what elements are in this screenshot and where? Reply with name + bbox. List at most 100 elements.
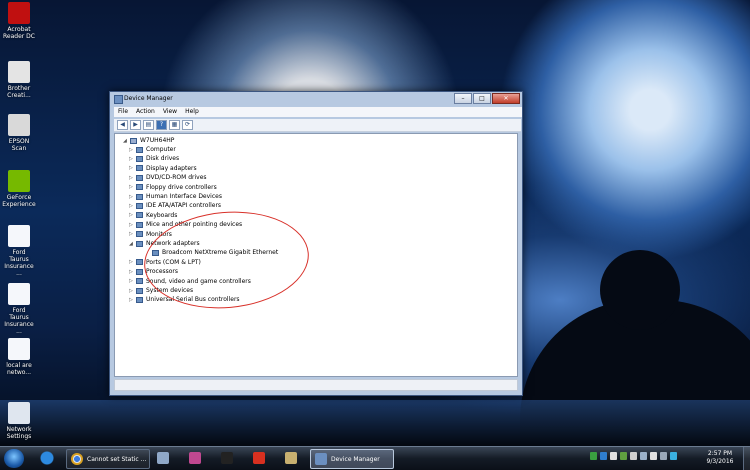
- system-device-icon: [136, 287, 143, 294]
- desktop-shortcut[interactable]: Ford Taurus Insurance ...: [2, 225, 36, 277]
- security-app-icon[interactable]: [248, 449, 270, 467]
- tray-icon[interactable]: [590, 452, 597, 460]
- paint-icon[interactable]: [184, 449, 206, 467]
- command-prompt-icon[interactable]: [216, 449, 238, 467]
- help-icon[interactable]: ?: [156, 120, 167, 130]
- expander-icon[interactable]: ▷: [129, 175, 134, 181]
- show-desktop-button[interactable]: [743, 447, 750, 470]
- clock[interactable]: 2:57 PM 9/3/2016: [700, 450, 740, 466]
- tray-icon[interactable]: [640, 452, 647, 460]
- tree-item-label: Keyboards: [146, 211, 178, 219]
- tree-root-label: W7UH64HP: [140, 137, 175, 144]
- expander-icon[interactable]: ▷: [129, 231, 134, 237]
- forward-arrow-icon[interactable]: ▶: [130, 120, 141, 130]
- dvd-drive-icon: [136, 174, 143, 181]
- device-manager-taskbar-label: Device Manager: [331, 455, 380, 463]
- tree-category[interactable]: ▷ Floppy drive controllers: [129, 183, 217, 192]
- expander-icon[interactable]: ▷: [129, 156, 134, 162]
- tree-category[interactable]: ▷ DVD/CD-ROM drives: [129, 173, 207, 182]
- launcher-icon-glyph: [157, 452, 169, 464]
- desktop-shortcut[interactable]: Brother Creati...: [2, 61, 36, 99]
- tray-icon[interactable]: [660, 452, 667, 460]
- desktop-shortcut-label: EPSON Scan: [8, 138, 30, 152]
- collapse-icon[interactable]: ◢: [123, 138, 128, 144]
- menu-help[interactable]: Help: [185, 107, 199, 117]
- desktop-shortcut-label: Acrobat Reader DC: [3, 26, 35, 40]
- expander-icon[interactable]: ▷: [129, 288, 134, 294]
- tree-root[interactable]: ◢ W7UH64HP: [123, 136, 174, 145]
- launcher-icon[interactable]: [152, 449, 174, 467]
- floppy-controller-icon: [136, 184, 143, 191]
- tree-category[interactable]: ▷ IDE ATA/ATAPI controllers: [129, 201, 221, 210]
- close-button[interactable]: ✕: [492, 93, 520, 104]
- status-bar: [114, 379, 518, 391]
- menu-view[interactable]: View: [163, 107, 177, 117]
- desktop-shortcut-label: Ford Taurus Insurance ...: [4, 307, 34, 335]
- expander-icon[interactable]: ▷: [129, 297, 134, 303]
- chrome-taskbar-button[interactable]: Cannot set Static ...: [66, 449, 150, 469]
- expander-icon[interactable]: ▷: [129, 222, 134, 228]
- tray-icon[interactable]: [630, 452, 637, 460]
- expander-icon[interactable]: ▷: [129, 194, 134, 200]
- document-icon: [8, 225, 30, 247]
- wallpaper-ground: [0, 400, 750, 446]
- mouse-icon: [136, 221, 143, 228]
- tray-icon[interactable]: [620, 452, 627, 460]
- device-tree-view-icon[interactable]: ▤: [143, 120, 154, 130]
- window-title: Device Manager: [124, 95, 173, 102]
- device-manager-icon: [315, 453, 327, 465]
- chrome-icon: [71, 453, 83, 465]
- desktop-shortcut[interactable]: Ford Taurus Insurance ...: [2, 283, 36, 335]
- device-manager-taskbar-button[interactable]: Device Manager: [310, 449, 394, 469]
- expander-icon[interactable]: ▷: [129, 259, 134, 265]
- taskbar: Cannot set Static ... Device Manager 2:5…: [0, 446, 750, 470]
- keyboard-icon: [136, 212, 143, 219]
- scanner-task-icon-glyph: [285, 452, 297, 464]
- tree-item-label: Disk drives: [146, 155, 180, 163]
- menu-file[interactable]: File: [118, 107, 128, 117]
- menu-action[interactable]: Action: [136, 107, 155, 117]
- expander-icon[interactable]: ▷: [129, 212, 134, 218]
- internet-explorer-icon[interactable]: [36, 449, 58, 467]
- tree-category[interactable]: ▷ Computer: [129, 145, 176, 154]
- menu-bar: File Action View Help: [114, 107, 522, 117]
- desktop-shortcut[interactable]: GeForce Experience: [2, 170, 36, 208]
- toolbar: ◀ ▶ ▤? ▦ ⟳: [114, 119, 521, 132]
- tray-icon[interactable]: [610, 452, 617, 460]
- desktop-shortcut[interactable]: Acrobat Reader DC: [2, 2, 36, 40]
- display-adapter-icon: [136, 165, 143, 172]
- sound-icon: [136, 278, 143, 285]
- desktop-shortcut[interactable]: Network Settings: [2, 402, 36, 440]
- desktop-shortcut[interactable]: local are netwo...: [2, 338, 36, 376]
- tray-icon[interactable]: [670, 452, 677, 460]
- expander-icon[interactable]: ▷: [129, 165, 134, 171]
- desktop-shortcut[interactable]: EPSON Scan: [2, 114, 36, 152]
- tree-category[interactable]: ▷ Keyboards: [129, 211, 177, 220]
- clock-time: 2:57 PM: [707, 450, 733, 457]
- title-bar[interactable]: Device Manager – □ ✕: [110, 92, 522, 105]
- tree-category[interactable]: ▷ Disk drives: [129, 154, 179, 163]
- wallpaper-tree: [600, 250, 680, 330]
- expander-icon[interactable]: ▷: [129, 203, 134, 209]
- tree-item-label: Human Interface Devices: [146, 193, 222, 200]
- tree-item-label: DVD/CD-ROM drives: [146, 174, 207, 182]
- scanner-icon: [8, 114, 30, 136]
- expander-icon[interactable]: ▷: [129, 147, 134, 153]
- desktop-shortcut-label: Network Settings: [6, 426, 32, 440]
- scan-hardware-icon[interactable]: ⟳: [182, 120, 193, 130]
- monitor-icon: [136, 231, 143, 238]
- tree-category[interactable]: ▷ Human Interface Devices: [129, 192, 222, 201]
- tray-icon[interactable]: [600, 452, 607, 460]
- maximize-button[interactable]: □: [473, 93, 491, 104]
- scanner-task-icon[interactable]: [280, 449, 302, 467]
- start-button[interactable]: [4, 449, 24, 468]
- expander-icon[interactable]: ▷: [129, 269, 134, 275]
- expander-icon[interactable]: ▷: [129, 278, 134, 284]
- tray-icon[interactable]: [650, 452, 657, 460]
- expander-icon[interactable]: ◢: [129, 241, 134, 247]
- tree-category[interactable]: ▷ Display adapters: [129, 164, 197, 173]
- minimize-button[interactable]: –: [454, 93, 472, 104]
- expander-icon[interactable]: ▷: [129, 184, 134, 190]
- back-arrow-icon[interactable]: ◀: [117, 120, 128, 130]
- properties-icon[interactable]: ▦: [169, 120, 180, 130]
